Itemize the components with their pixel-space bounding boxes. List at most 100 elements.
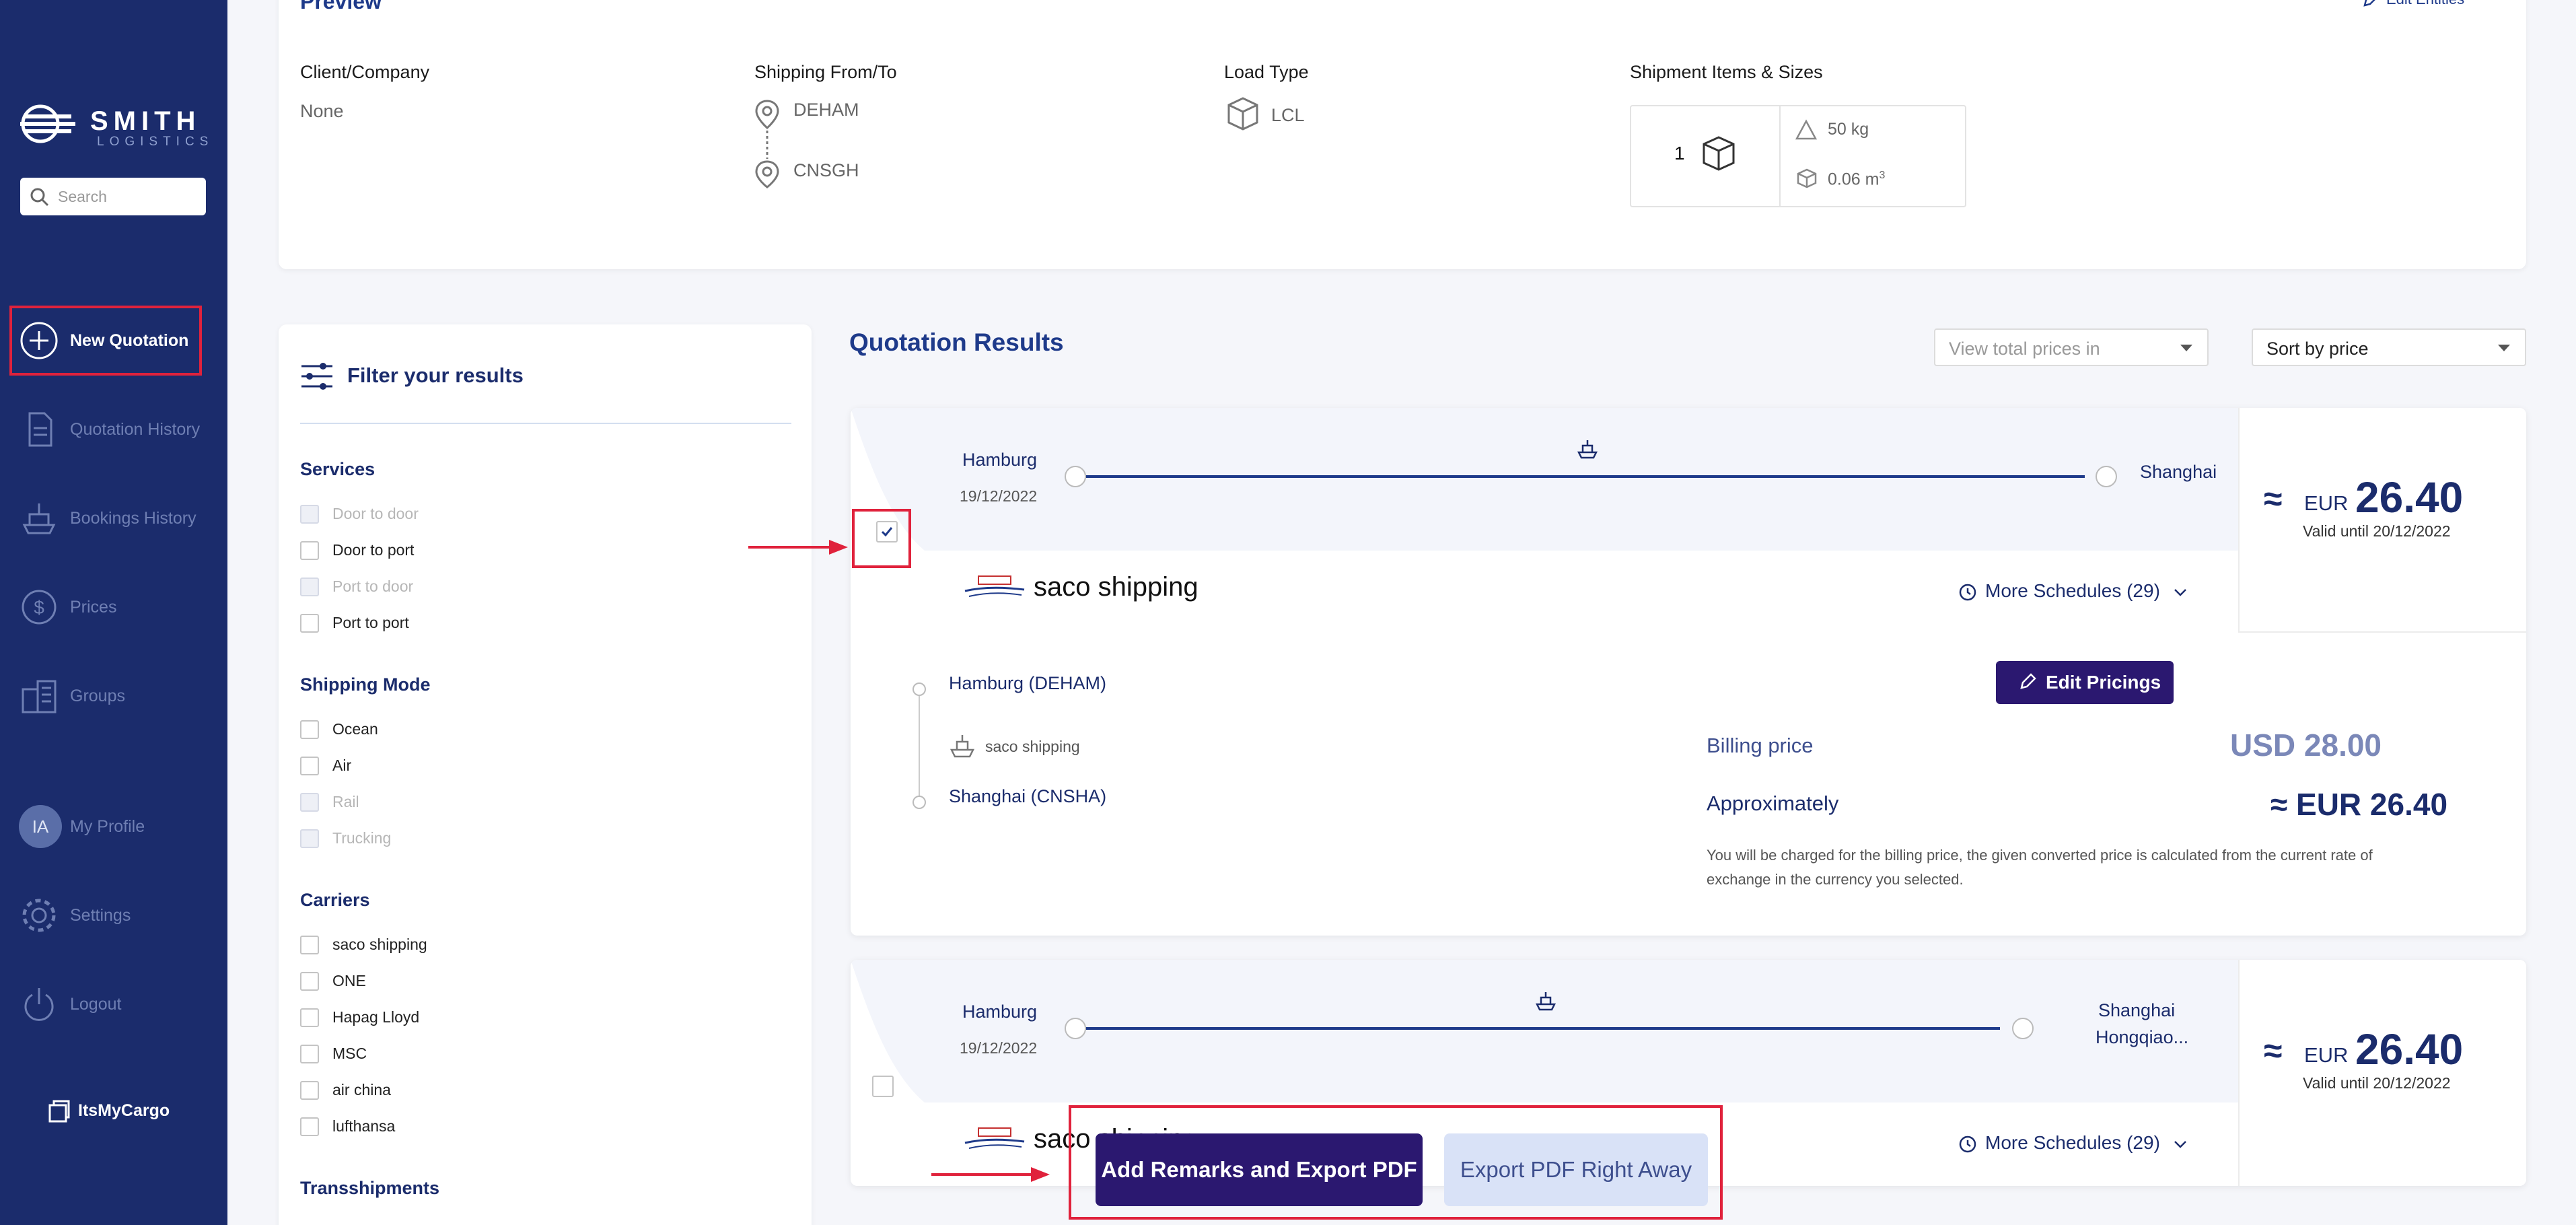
origin-port: Hamburg (DEHAM) <box>949 673 1107 693</box>
saco-logo-icon <box>964 1127 1025 1149</box>
checkbox[interactable] <box>300 793 319 812</box>
option-label: air china <box>332 1081 391 1098</box>
checkbox[interactable] <box>300 829 319 848</box>
ship-icon <box>1535 992 1557 1011</box>
quotation-card[interactable]: Hamburg 19/12/2022 Shanghai ≈ EUR 26.40 … <box>851 408 2526 936</box>
dollar-circle-icon: $ <box>22 590 57 625</box>
sidebar-item-new-quotation[interactable]: New Quotation <box>19 320 214 361</box>
export-pdf-right-away-button[interactable]: Export PDF Right Away <box>1444 1133 1708 1206</box>
approx-label: Approximately <box>1707 792 1839 815</box>
destination-city-line2: Hongqiao... <box>2096 1027 2189 1047</box>
checkbox[interactable] <box>300 936 319 954</box>
gear-icon <box>22 899 56 932</box>
transshipments-heading: Transshipments <box>300 1178 440 1198</box>
sidebar-item-prices[interactable]: $ Prices <box>19 587 214 627</box>
valid-until: Valid until 20/12/2022 <box>2303 1074 2451 1092</box>
sidebar-item-label: New Quotation <box>70 331 189 350</box>
checkbox[interactable] <box>300 1045 319 1063</box>
package-icon <box>1227 97 1258 131</box>
arrow-right-icon <box>931 1167 1050 1182</box>
checkbox[interactable] <box>300 505 319 524</box>
volume-icon <box>1797 168 1817 188</box>
route-start-dot <box>1065 1018 1086 1039</box>
sort-select[interactable]: Sort by price <box>2252 328 2526 366</box>
edit-entities-label: Edit Entities <box>2386 0 2464 7</box>
filter-title: Filter your results <box>347 363 524 387</box>
valid-until: Valid until 20/12/2022 <box>2303 522 2451 540</box>
volume-unit-exponent: 3 <box>1879 170 1886 181</box>
approx-symbol: ≈ <box>2264 1032 2283 1070</box>
option-label: MSC <box>332 1045 367 1062</box>
more-schedules-label: More Schedules (29) <box>1985 580 2160 601</box>
weight-icon <box>1795 119 1818 140</box>
route-pins-icon <box>755 100 779 188</box>
timeline-start-dot <box>913 682 926 696</box>
carriers-heading: Carriers <box>300 890 370 910</box>
arrow-right-icon <box>748 540 848 555</box>
load-type-label: Load Type <box>1224 62 1309 82</box>
timeline-line <box>919 696 920 797</box>
chevron-down-icon <box>2498 345 2510 351</box>
billing-label: Billing price <box>1707 734 1814 757</box>
box-icon <box>1703 136 1735 171</box>
checkbox[interactable] <box>300 972 319 991</box>
route-line <box>1086 475 2085 478</box>
checkbox[interactable] <box>300 757 319 775</box>
smith-logistics-logo[interactable]: SMITH LOGISTICS <box>20 101 208 149</box>
price-column: ≈ EUR 26.40 Valid until 20/12/2022 <box>2238 408 2526 633</box>
plus-circle-icon <box>20 322 58 359</box>
checkbox[interactable] <box>300 1117 319 1136</box>
load-type-value: LCL <box>1271 105 1305 125</box>
option-label: Hapag Lloyd <box>332 1008 420 1026</box>
saco-logo-icon <box>964 575 1025 597</box>
checkbox[interactable] <box>300 578 319 596</box>
ship-icon <box>1577 440 1598 459</box>
sidebar-item-quotation-history[interactable]: Quotation History <box>19 409 214 450</box>
option-label: Ocean <box>332 720 378 738</box>
carrier-name: saco shipping <box>1034 572 1198 602</box>
search-icon <box>30 188 49 207</box>
client-value: None <box>300 101 344 121</box>
logo-word: SMITH <box>90 106 201 136</box>
select-checkbox[interactable] <box>872 1076 894 1097</box>
checkbox[interactable] <box>300 1008 319 1027</box>
add-remarks-export-pdf-button[interactable]: Add Remarks and Export PDF <box>1096 1133 1423 1206</box>
price-amount: 26.40 <box>2355 473 2464 522</box>
document-icon <box>28 412 52 447</box>
from-port: DEHAM <box>793 100 859 120</box>
preview-title: Preview <box>300 0 382 13</box>
edit-pricings-button[interactable]: Edit Pricings <box>1996 661 2174 704</box>
route-line <box>1086 1027 2000 1030</box>
sidebar-item-bookings-history[interactable]: Bookings History <box>19 498 214 538</box>
search-box[interactable] <box>20 178 206 215</box>
option-label: Port to port <box>332 614 409 631</box>
option-label: Trucking <box>332 829 392 847</box>
route-end-dot <box>2096 466 2117 487</box>
approx-value: ≈ EUR 26.40 <box>2270 787 2448 822</box>
sidebar-item-label: Groups <box>70 687 125 705</box>
checkbox[interactable] <box>300 720 319 739</box>
option-label: lufthansa <box>332 1117 396 1135</box>
sidebar-item-logout[interactable]: Logout <box>19 984 214 1024</box>
volume-number: 0.06 m <box>1828 170 1880 189</box>
sidebar-item-groups[interactable]: Groups <box>19 676 214 716</box>
sidebar-item-settings[interactable]: Settings <box>19 895 214 936</box>
checkbox[interactable] <box>300 541 319 560</box>
view-prices-select[interactable]: View total prices in <box>1934 328 2209 366</box>
sidebar-item-my-profile[interactable]: IA My Profile <box>19 805 214 848</box>
checkbox[interactable] <box>300 614 319 633</box>
option-label: ONE <box>332 972 366 989</box>
detail-carrier: saco shipping <box>985 738 1080 755</box>
shipping-label: Shipping From/To <box>754 62 897 82</box>
chevron-down-icon <box>2174 1141 2186 1148</box>
item-volume: 0.06 m3 <box>1828 170 1885 189</box>
edit-entities-link[interactable]: Edit Entities <box>2363 0 2464 8</box>
svg-text:$: $ <box>34 597 44 618</box>
shipment-items-label: Shipment Items & Sizes <box>1630 62 1823 82</box>
price-amount: 26.40 <box>2355 1025 2464 1074</box>
departure-date: 19/12/2022 <box>960 487 1038 505</box>
option-label: Door to port <box>332 541 415 559</box>
item-count: 1 <box>1674 143 1685 164</box>
checkbox[interactable] <box>300 1081 319 1100</box>
search-input[interactable] <box>58 183 199 210</box>
